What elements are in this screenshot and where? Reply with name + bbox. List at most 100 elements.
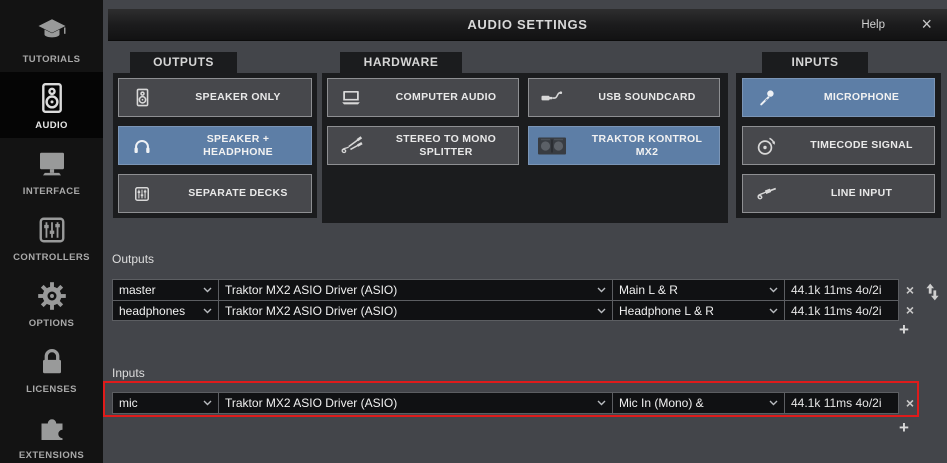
button-label: LINE INPUT — [789, 187, 934, 199]
button-label: COMPUTER AUDIO — [374, 91, 518, 103]
output-source-select[interactable]: master — [113, 280, 219, 300]
output-format-info: 44.1k 11ms 4o/2i — [785, 301, 898, 320]
outputs-section-label: Outputs — [112, 252, 154, 266]
select-value: Traktor MX2 ASIO Driver (ASIO) — [225, 396, 397, 410]
dj-controller-icon — [529, 135, 575, 157]
select-value: headphones — [119, 304, 185, 318]
microphone-button[interactable]: MICROPHONE — [742, 78, 935, 117]
sidebar-item-extensions[interactable]: EXTENSIONS — [0, 402, 103, 463]
select-value: Traktor MX2 ASIO Driver (ASIO) — [225, 283, 397, 297]
add-input-row-button[interactable]: + — [896, 419, 912, 437]
chevron-down-icon — [769, 287, 778, 293]
output-source-select[interactable]: headphones — [113, 301, 219, 320]
button-label: STEREO TO MONO SPLITTER — [374, 133, 518, 158]
chevron-down-icon — [203, 308, 212, 314]
tab-hardware: HARDWARE — [340, 52, 462, 73]
sidebar-item-label: LICENSES — [26, 384, 77, 395]
button-label: SEPARATE DECKS — [165, 187, 311, 199]
input-channel-select[interactable]: Mic In (Mono) & — [613, 393, 785, 413]
select-value: Mic In (Mono) & — [619, 396, 704, 410]
graduation-cap-icon — [33, 13, 71, 51]
remove-input-row-button[interactable]: × — [902, 394, 918, 412]
tab-inputs: INPUTS — [762, 52, 868, 73]
select-value: Headphone L & R — [619, 304, 714, 318]
speaker-headphone-button[interactable]: SPEAKER + HEADPHONE — [118, 126, 312, 165]
sidebar-item-label: OPTIONS — [29, 318, 75, 329]
chevron-down-icon — [769, 400, 778, 406]
cable-splitter-icon — [328, 133, 374, 159]
stereo-to-mono-splitter-button[interactable]: STEREO TO MONO SPLITTER — [327, 126, 519, 165]
computer-audio-button[interactable]: COMPUTER AUDIO — [327, 78, 519, 117]
close-icon[interactable]: × — [921, 9, 932, 39]
sidebar-item-audio[interactable]: AUDIO — [0, 72, 103, 138]
chevron-down-icon — [203, 287, 212, 293]
sidebar-item-options[interactable]: OPTIONS — [0, 270, 103, 336]
output-channel-select[interactable]: Headphone L & R — [613, 301, 785, 320]
select-value: Main L & R — [619, 283, 678, 297]
chevron-down-icon — [769, 308, 778, 314]
output-driver-select[interactable]: Traktor MX2 ASIO Driver (ASIO) — [219, 280, 613, 300]
mixer-icon — [119, 184, 165, 204]
traktor-kontrol-mx2-button[interactable]: TRAKTOR KONTROL MX2 — [528, 126, 720, 165]
gear-icon — [33, 277, 71, 315]
separate-decks-button[interactable]: SEPARATE DECKS — [118, 174, 312, 213]
jack-cable-icon — [743, 181, 789, 207]
output-format-info: 44.1k 11ms 4o/2i — [785, 280, 898, 300]
sidebar-item-label: EXTENSIONS — [19, 450, 84, 461]
button-label: TIMECODE SIGNAL — [789, 139, 934, 151]
sidebar-item-controllers[interactable]: CONTROLLERS — [0, 204, 103, 270]
inputs-panel: MICROPHONE TIMECODE SIGNAL — [736, 73, 941, 218]
page-title: AUDIO SETTINGS — [108, 9, 947, 41]
button-label: TRAKTOR KONTROL MX2 — [575, 133, 719, 158]
button-label: USB SOUNDCARD — [575, 91, 719, 103]
monitor-icon — [33, 145, 71, 183]
sidebar-item-label: AUDIO — [35, 120, 68, 131]
button-label: MICROPHONE — [789, 91, 934, 103]
outputs-panel: SPEAKER ONLY SPEAKER + HEADPHONE — [113, 73, 317, 218]
timecode-signal-button[interactable]: TIMECODE SIGNAL — [742, 126, 935, 165]
select-value: master — [119, 283, 156, 297]
input-driver-select[interactable]: Traktor MX2 ASIO Driver (ASIO) — [219, 393, 613, 413]
sidebar-item-licenses[interactable]: LICENSES — [0, 336, 103, 402]
table-row: headphones Traktor MX2 ASIO Driver (ASIO… — [113, 300, 898, 320]
faders-icon — [33, 211, 71, 249]
lock-icon — [33, 343, 71, 381]
remove-output-row-button[interactable]: × — [902, 301, 918, 319]
sidebar: TUTORIALS AUDIO INTERFACE — [0, 0, 103, 463]
chevron-down-icon — [597, 308, 606, 314]
line-input-button[interactable]: LINE INPUT — [742, 174, 935, 213]
add-output-row-button[interactable]: + — [896, 321, 912, 339]
button-label: SPEAKER + HEADPHONE — [165, 133, 311, 158]
speaker-icon — [33, 79, 71, 117]
outputs-routing-table: master Traktor MX2 ASIO Driver (ASIO) Ma… — [112, 279, 899, 321]
chevron-down-icon — [597, 287, 606, 293]
microphone-icon — [743, 87, 789, 109]
puzzle-icon — [33, 409, 71, 447]
output-driver-select[interactable]: Traktor MX2 ASIO Driver (ASIO) — [219, 301, 613, 320]
speaker-only-button[interactable]: SPEAKER ONLY — [118, 78, 312, 117]
sidebar-item-label: CONTROLLERS — [13, 252, 90, 263]
sidebar-item-label: INTERFACE — [23, 186, 80, 197]
sidebar-item-tutorials[interactable]: TUTORIALS — [0, 6, 103, 72]
output-channel-select[interactable]: Main L & R — [613, 280, 785, 300]
dialog-header: AUDIO SETTINGS Help × — [108, 9, 947, 41]
input-source-select[interactable]: mic — [113, 393, 219, 413]
button-label: SPEAKER ONLY — [165, 91, 311, 103]
select-value: Traktor MX2 ASIO Driver (ASIO) — [225, 304, 397, 318]
help-button[interactable]: Help — [861, 9, 885, 41]
inputs-routing-table: mic Traktor MX2 ASIO Driver (ASIO) Mic I… — [112, 392, 899, 414]
laptop-icon — [328, 86, 374, 110]
vinyl-timecode-icon — [743, 134, 789, 158]
usb-soundcard-button[interactable]: USB SOUNDCARD — [528, 78, 720, 117]
sidebar-item-interface[interactable]: INTERFACE — [0, 138, 103, 204]
speaker-icon — [119, 87, 165, 108]
remove-output-row-button[interactable]: × — [902, 281, 918, 299]
chevron-down-icon — [203, 400, 212, 406]
table-row: mic Traktor MX2 ASIO Driver (ASIO) Mic I… — [113, 393, 898, 413]
headphones-icon — [119, 135, 165, 157]
swap-arrows-icon[interactable] — [923, 280, 942, 309]
usb-plug-icon — [529, 85, 575, 111]
select-value: mic — [119, 396, 138, 410]
tab-outputs: OUTPUTS — [130, 52, 237, 73]
hardware-panel: COMPUTER AUDIO USB SOUNDCARD — [322, 73, 728, 223]
